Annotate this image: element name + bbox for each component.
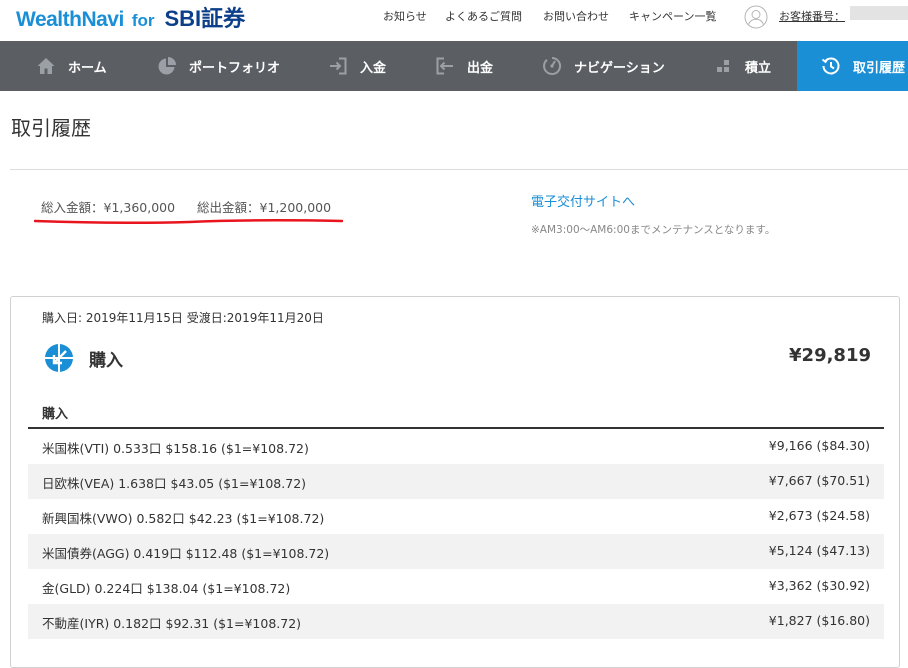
list-item: 米国株(VTI) 0.533口 $158.16 ($1=¥108.72) ¥9,…: [28, 429, 884, 464]
holding-name: 米国株(VTI) 0.533口 $158.16 ($1=¥108.72): [42, 441, 309, 456]
transaction-dates: 購入日: 2019年11月15日 受渡日:2019年11月20日: [42, 311, 324, 325]
holding-amount: ¥3,362 ($30.92): [768, 578, 870, 593]
link-news[interactable]: お知らせ: [383, 8, 427, 24]
pie-chart-icon: [158, 57, 176, 75]
nav-home[interactable]: ホーム: [36, 41, 107, 91]
nav-home-label: ホーム: [68, 60, 107, 76]
list-item: 米国債券(AGG) 0.419口 $112.48 ($1=¥108.72) ¥5…: [28, 534, 884, 569]
history-icon: [821, 57, 840, 75]
nav-portfolio[interactable]: ポートフォリオ: [157, 41, 280, 91]
divider: [10, 169, 908, 170]
logo-wordmark: WealthNavi: [16, 8, 124, 31]
link-contact[interactable]: お問い合わせ: [543, 8, 609, 24]
nav-deposit[interactable]: 入金: [328, 41, 386, 91]
holding-amount: ¥7,667 ($70.51): [768, 473, 870, 488]
transaction-total: ¥29,819: [789, 345, 871, 366]
transaction-card: 購入日: 2019年11月15日 受渡日:2019年11月20日 購入 ¥29,…: [10, 296, 900, 668]
nav-withdraw[interactable]: 出金: [435, 41, 493, 91]
logo[interactable]: WealthNavi for SBI証券: [16, 5, 245, 33]
customer-number-redacted: [850, 6, 908, 20]
transaction-type: 購入: [89, 351, 123, 371]
nav-tsumitate-label: 積立: [745, 60, 772, 76]
holding-name: 米国債券(AGG) 0.419口 $112.48 ($1=¥108.72): [42, 546, 330, 561]
nav-deposit-label: 入金: [360, 60, 387, 76]
link-faq[interactable]: よくあるご質問: [445, 8, 522, 24]
user-avatar-icon[interactable]: [744, 5, 768, 29]
maintenance-note: ※AM3:00〜AM6:00までメンテナンスとなります。: [531, 224, 776, 236]
logo-for: for: [131, 11, 155, 30]
blocks-icon: [717, 60, 729, 72]
holding-name: 金(GLD) 0.224口 $138.04 ($1=¥108.72): [42, 581, 291, 596]
nav-history[interactable]: 取引履歴: [797, 41, 908, 91]
holding-amount: ¥2,673 ($24.58): [768, 508, 870, 523]
holding-amount: ¥1,827 ($16.80): [768, 613, 870, 628]
home-icon: [37, 58, 55, 74]
gauge-icon: [543, 56, 562, 75]
section-label: 購入: [42, 407, 69, 422]
e-delivery-link[interactable]: 電子交付サイトへ: [531, 191, 635, 210]
nav-history-label: 取引履歴: [853, 60, 906, 76]
nav-tsumitate[interactable]: 積立: [713, 41, 771, 91]
nav-navigation-label: ナビゲーション: [574, 60, 665, 76]
total-withdrawal: 総出金額：¥1,200,000: [197, 200, 332, 215]
holding-amount: ¥5,124 ($47.13): [768, 543, 870, 558]
buy-icon: [45, 344, 73, 372]
link-campaigns[interactable]: キャンペーン一覧: [629, 8, 716, 24]
list-item: 金(GLD) 0.224口 $138.04 ($1=¥108.72) ¥3,36…: [28, 569, 884, 604]
holding-name: 日欧株(VEA) 1.638口 $43.05 ($1=¥108.72): [42, 476, 307, 491]
holdings-list: 米国株(VTI) 0.533口 $158.16 ($1=¥108.72) ¥9,…: [28, 429, 884, 639]
list-item: 日欧株(VEA) 1.638口 $43.05 ($1=¥108.72) ¥7,6…: [28, 464, 884, 499]
main-nav: ホーム ポートフォリオ 入金 出金 ナビゲーション 積立 取引履歴: [0, 41, 908, 91]
list-item: 不動産(IYR) 0.182口 $92.31 ($1=¥108.72) ¥1,8…: [28, 604, 884, 639]
deposit-icon: [330, 57, 347, 75]
withdraw-icon: [436, 57, 453, 75]
top-bar: WealthNavi for SBI証券 お知らせ よくあるご質問 お問い合わせ キ…: [0, 0, 908, 41]
holding-name: 新興国株(VWO) 0.582口 $42.23 ($1=¥108.72): [42, 511, 325, 526]
nav-navigation[interactable]: ナビゲーション: [542, 41, 665, 91]
list-item: 新興国株(VWO) 0.582口 $42.23 ($1=¥108.72) ¥2,…: [28, 499, 884, 534]
page-title: 取引履歴: [11, 116, 91, 140]
customer-number-label[interactable]: お客様番号：: [779, 8, 845, 24]
nav-portfolio-label: ポートフォリオ: [189, 60, 281, 76]
red-underline-annotation: [34, 219, 343, 224]
holding-name: 不動産(IYR) 0.182口 $92.31 ($1=¥108.72): [42, 616, 302, 631]
nav-withdraw-label: 出金: [467, 60, 494, 76]
logo-partner: SBI証券: [164, 6, 246, 31]
total-deposit: 総入金額：¥1,360,000: [41, 200, 176, 215]
holding-amount: ¥9,166 ($84.30): [768, 438, 870, 453]
